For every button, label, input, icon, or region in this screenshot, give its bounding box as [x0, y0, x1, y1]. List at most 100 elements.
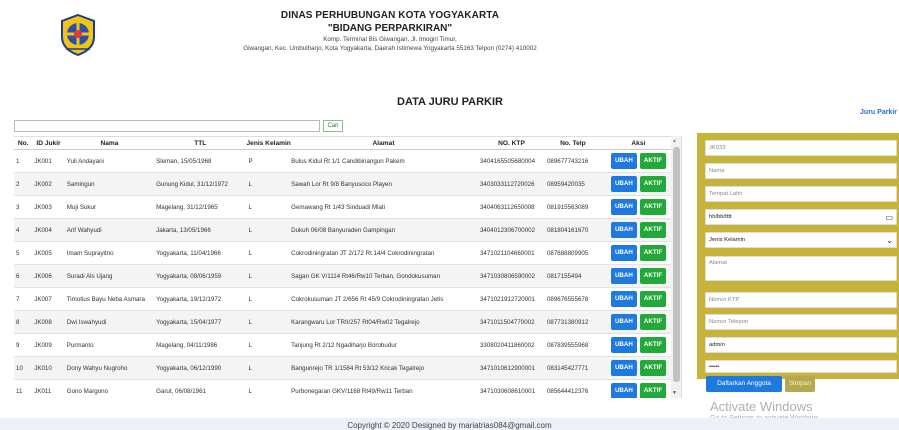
- aktif-button[interactable]: AKTIF: [639, 360, 666, 376]
- aktif-button[interactable]: AKTIF: [639, 176, 666, 192]
- cell-alamat: Dukuh 06/08 Banyuraden Gampingan: [289, 218, 478, 242]
- dishub-logo: [58, 13, 98, 57]
- table-row: 2 JK002 Samingun Gunung Kidul, 31/12/1972 L S…: [14, 172, 676, 196]
- cell-no: 5: [14, 241, 33, 265]
- column-header: TTL: [154, 136, 247, 150]
- table-scroll-thumb[interactable]: [673, 147, 680, 382]
- cell-id: JK002: [32, 172, 65, 196]
- ubah-button[interactable]: UBAH: [610, 245, 637, 261]
- tempat-lahir-field[interactable]: Tempat Lahir: [705, 186, 897, 202]
- aktif-button[interactable]: AKTIF: [639, 222, 666, 238]
- id-jukir-field[interactable]: JK033: [705, 140, 897, 156]
- cell-id: JK005: [32, 241, 65, 265]
- cell-nama: Dony Wahyu Nugroho: [64, 356, 155, 380]
- cell-aksi: UBAH AKTIF: [600, 333, 676, 357]
- aktif-button[interactable]: AKTIF: [639, 337, 666, 353]
- password-field[interactable]: •••••: [705, 360, 897, 373]
- cell-ktp: 3471011504770002: [477, 310, 545, 334]
- cell-nama: Gono Margono: [64, 379, 155, 398]
- cell-ktp: 3308020411860002: [477, 333, 545, 357]
- cell-ttl: Jakarta, 13/05/1966: [154, 218, 247, 242]
- org-name: DINAS PERHUBUNGAN KOTA YOGYAKARTA: [280, 10, 500, 21]
- ubah-button[interactable]: UBAH: [610, 176, 637, 192]
- registration-form-panel: JK033 Nama Tempat Lahir hh/bb/tttt ▭ Jen…: [697, 133, 899, 392]
- nama-field[interactable]: Nama: [705, 163, 897, 179]
- alamat-textarea[interactable]: Alamat: [705, 256, 897, 281]
- cell-ttl: Gunung Kidul, 31/12/1972: [154, 172, 247, 196]
- address-line-2: Giwangan, Kec. Umbulharjo, Kota Yogyakar…: [243, 45, 537, 52]
- ubah-button[interactable]: UBAH: [610, 314, 637, 330]
- ubah-button[interactable]: UBAH: [610, 291, 637, 307]
- division-name: "BIDANG PERPARKIRAN": [327, 23, 453, 34]
- tanggal-lahir-field[interactable]: hh/bb/tttt ▭: [705, 209, 897, 225]
- cell-telp: 085644412376: [544, 379, 601, 398]
- cell-ktp: 3404165505680004: [477, 149, 545, 173]
- search-input[interactable]: [14, 120, 320, 132]
- scroll-down-arrow-icon[interactable]: ▼: [672, 390, 677, 396]
- ubah-button[interactable]: UBAH: [610, 360, 637, 376]
- cell-ttl: Magelang, 31/12/1965: [154, 195, 247, 219]
- username-field[interactable]: admin: [705, 337, 897, 353]
- cell-no: 11: [14, 379, 33, 398]
- cell-ttl: Yogyakarta, 06/12/1990: [154, 356, 247, 380]
- cell-alamat: Karangwaru Lor TRII/257 Rt04/Rw02 Tegalr…: [289, 310, 478, 334]
- cell-jk: L: [246, 172, 290, 196]
- cell-ttl: Yogyakarta, 11/04/1966: [154, 241, 247, 265]
- page-title: DATA JURU PARKIR: [397, 96, 503, 108]
- column-header: Alamat: [289, 136, 478, 150]
- aktif-button[interactable]: AKTIF: [639, 291, 666, 307]
- table-row: 5 JK005 Imam Suprayitno Yogyakarta, 11/04/1…: [14, 241, 676, 265]
- table-body: 1 JK001 Yuli Andayani Sleman, 15/05/1968 P Bu…: [14, 149, 676, 398]
- cell-telp: 0817155494: [544, 264, 601, 288]
- aktif-button[interactable]: AKTIF: [639, 153, 666, 169]
- nav-juru-parkir-link[interactable]: Juru Parkir: [860, 109, 897, 116]
- cell-jk: L: [246, 379, 290, 398]
- cell-id: JK011: [32, 379, 65, 398]
- ubah-button[interactable]: UBAH: [610, 337, 637, 353]
- cell-ttl: Yogyakarta, 19/12/1972: [154, 287, 247, 311]
- cell-ktp: 3471021912720001: [477, 287, 545, 311]
- cell-jk: L: [246, 241, 290, 265]
- table-row: 4 JK004 Arif Wahyudi Jakarta, 13/05/1966 L Du…: [14, 218, 676, 242]
- tanggal-lahir-value: hh/bb/tttt: [709, 214, 732, 220]
- cell-alamat: Sawah Lor Rt 9/8 Banyusoco Playen: [289, 172, 478, 196]
- calendar-icon[interactable]: ▭: [885, 210, 893, 225]
- cell-ktp: 3404063112650008: [477, 195, 545, 219]
- simpan-button[interactable]: Simpan: [785, 376, 815, 392]
- cell-no: 9: [14, 333, 33, 357]
- daftarkan-anggota-button[interactable]: Daftarkan Anggota: [706, 376, 782, 392]
- column-header: Nama: [64, 136, 155, 150]
- cell-aksi: UBAH AKTIF: [600, 172, 676, 196]
- cell-no: 4: [14, 218, 33, 242]
- cell-nama: Imam Suprayitno: [64, 241, 155, 265]
- table-row: 9 JK009 Purmanto Magelang, 04/11/1986 L Tanju…: [14, 333, 676, 357]
- address-line-1: Komp. Terminal Bis Giwangan, Jl. Imogiri…: [323, 36, 457, 43]
- cell-telp: 081804161670: [544, 218, 601, 242]
- aktif-button[interactable]: AKTIF: [639, 268, 666, 284]
- aktif-button[interactable]: AKTIF: [639, 314, 666, 330]
- cell-ttl: Yogyakarta, 15/04/1977: [154, 310, 247, 334]
- nomor-telepon-field[interactable]: Nomor Telepon: [705, 314, 897, 330]
- cell-telp: 08959420035: [544, 172, 601, 196]
- cell-ktp: 3471021104660001: [477, 241, 545, 265]
- ubah-button[interactable]: UBAH: [610, 383, 637, 398]
- nomor-ktp-field[interactable]: Nomor KTP: [705, 292, 897, 308]
- ubah-button[interactable]: UBAH: [610, 199, 637, 215]
- table-row: 8 JK008 Dwi Iswahyudi Yogyakarta, 15/04/197…: [14, 310, 676, 334]
- cell-aksi: UBAH AKTIF: [600, 287, 676, 311]
- column-header: NO. KTP: [477, 136, 545, 150]
- cell-jk: L: [246, 356, 290, 380]
- aktif-button[interactable]: AKTIF: [639, 383, 666, 398]
- aktif-button[interactable]: AKTIF: [639, 199, 666, 215]
- cell-no: 7: [14, 287, 33, 311]
- ubah-button[interactable]: UBAH: [610, 222, 637, 238]
- jenis-kelamin-select[interactable]: Jenis Kelamin ⌄: [705, 232, 897, 248]
- cell-id: JK006: [32, 264, 65, 288]
- scroll-up-arrow-icon[interactable]: ▲: [672, 138, 677, 144]
- search-button[interactable]: Cari: [323, 120, 343, 132]
- cell-ktp: 3471030806590002: [477, 264, 545, 288]
- aktif-button[interactable]: AKTIF: [639, 245, 666, 261]
- cell-id: JK001: [32, 149, 65, 173]
- ubah-button[interactable]: UBAH: [610, 268, 637, 284]
- ubah-button[interactable]: UBAH: [610, 153, 637, 169]
